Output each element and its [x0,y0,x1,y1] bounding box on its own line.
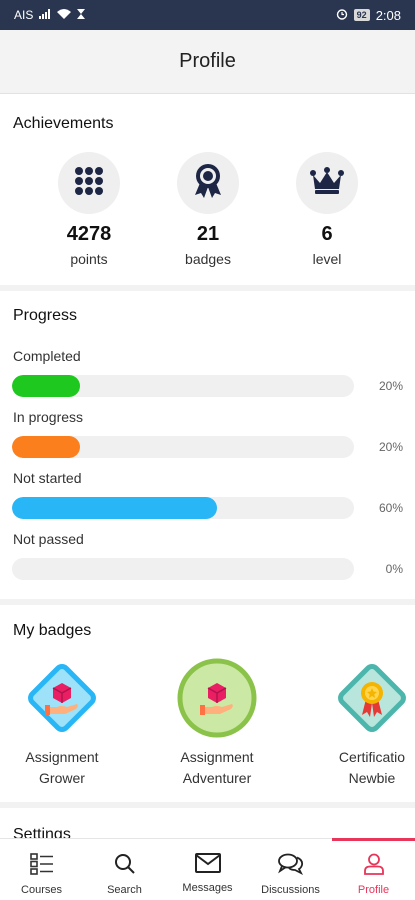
points-value: 4278 [66,223,112,245]
nav-label-courses: Courses [21,884,62,896]
badge-name-line1: Assignment [180,749,254,765]
progress-percent-not-started: 60% [378,501,403,515]
nav-label-discussions: Discussions [261,884,320,896]
progress-section: Progress Completed 20% In progress 20% N… [0,291,415,599]
nav-label-messages: Messages [182,882,233,894]
grid-dots-icon [73,165,105,202]
badges-label: badges [185,251,231,267]
badges-section: My badges Assignment Grower Assignment A… [0,605,415,802]
progress-fill-completed [12,375,81,397]
achievements-title: Achievements [13,115,114,132]
carrier-label: AIS [14,8,34,22]
achievement-points: 4278 points [29,152,149,267]
app-header: Profile [0,30,415,94]
level-label: level [312,251,342,267]
progress-percent-in-progress: 20% [378,440,403,454]
nav-label-search: Search [107,884,142,896]
settings-title: Settings [13,826,71,838]
progress-label-not-passed: Not passed [13,531,84,547]
progress-fill-not-started [12,497,218,519]
progress-fill-in-progress [12,436,81,458]
badge-name-line1: Assignment [25,749,99,765]
badge-name-line2: Adventurer [182,770,252,786]
badge-name-line1: Certificatio [338,749,406,765]
signal-icon [39,8,51,22]
badge-circle-icon [176,657,258,739]
badge-assignment-adventurer[interactable]: Assignment Adventurer [162,657,272,789]
progress-bar-completed [12,375,354,397]
badges-value: 21 [196,223,220,245]
nav-search[interactable]: Search [83,839,166,900]
nav-label-profile: Profile [357,884,390,896]
status-time: 2:08 [375,7,401,23]
progress-label-in-progress: In progress [13,409,84,425]
badge-diamond-medal-icon [331,657,413,739]
nav-messages[interactable]: Messages [166,839,249,900]
person-icon [363,853,385,884]
status-bar: AIS 92 2:08 [0,0,415,30]
settings-section: Settings [0,808,415,838]
points-label: points [70,251,108,267]
alarm-icon [336,8,348,23]
bottom-nav: Courses Search Messages Discussions Prof… [0,838,415,900]
progress-percent-completed: 20% [378,379,403,393]
nav-profile[interactable]: Profile [332,838,415,900]
progress-title: Progress [13,307,78,324]
crown-icon [310,166,344,200]
progress-bar-not-started [12,497,354,519]
battery-indicator: 92 [353,9,370,21]
wifi-icon [57,8,72,22]
courses-list-icon [29,853,54,884]
badge-certification-newbie[interactable]: Certificatio Newbie [317,657,415,789]
envelope-icon [194,853,221,882]
badges-title: My badges [13,622,92,639]
badge-assignment-grower[interactable]: Assignment Grower [7,657,117,789]
chat-bubbles-icon [277,853,304,884]
achievement-level: 6 level [267,152,387,267]
search-icon [114,853,136,884]
page-title: Profile [179,50,236,72]
nav-courses[interactable]: Courses [0,839,83,900]
badge-name-line2: Newbie [348,770,396,786]
ribbon-badge-icon [192,163,224,204]
badge-diamond-icon [21,657,103,739]
badge-name-line2: Grower [39,770,85,786]
progress-bar-in-progress [12,436,354,458]
level-value: 6 [321,223,333,245]
progress-bar-not-passed [12,558,354,580]
achievement-badges: 21 badges [148,152,268,267]
progress-label-completed: Completed [13,348,81,364]
hourglass-icon [77,8,86,22]
achievements-section: Achievements 4278 points 21 badges 6 lev… [0,95,415,285]
progress-percent-not-passed: 0% [385,562,403,576]
nav-discussions[interactable]: Discussions [249,839,332,900]
progress-label-not-started: Not started [13,470,82,486]
